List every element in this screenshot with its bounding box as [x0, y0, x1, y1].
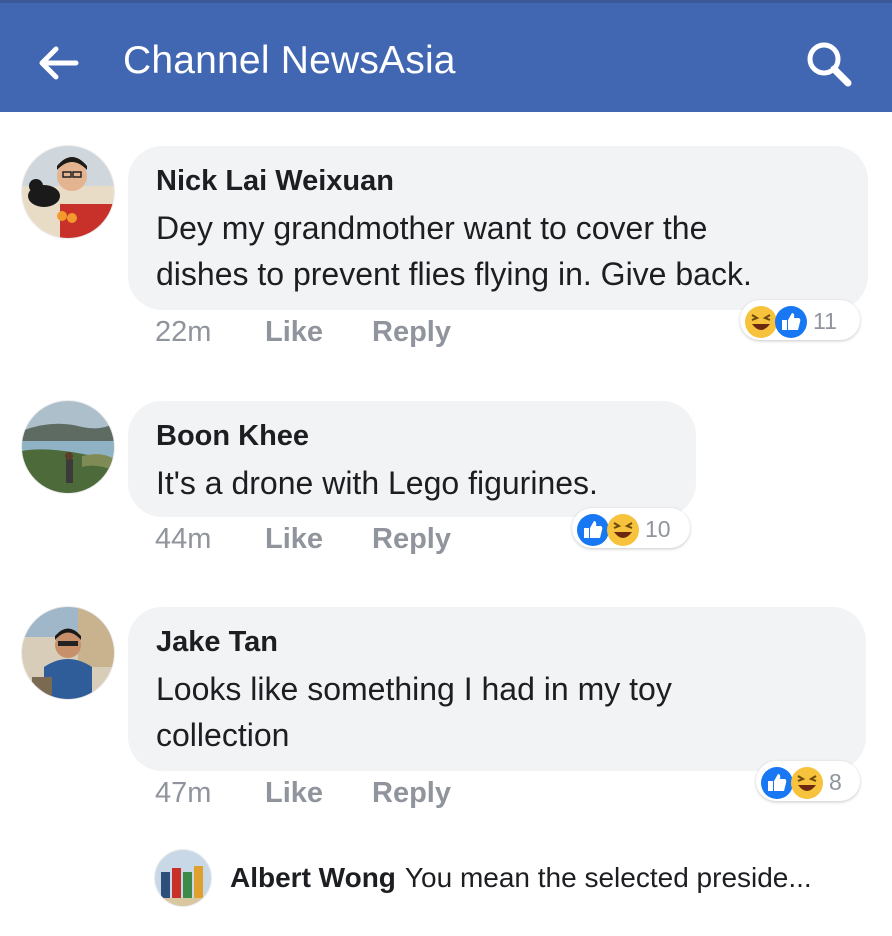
- like-button[interactable]: Like: [265, 777, 372, 810]
- reactions-summary[interactable]: 11: [740, 300, 860, 340]
- comment-bubble: Jake Tan Looks like something I had in m…: [128, 607, 866, 771]
- reply-button[interactable]: Reply: [372, 523, 451, 556]
- reply-button[interactable]: Reply: [372, 316, 451, 349]
- comment-time: 47m: [155, 777, 212, 809]
- reaction-count: 11: [813, 308, 837, 334]
- avatar[interactable]: [22, 607, 114, 699]
- like-icon: [577, 513, 609, 546]
- comment-time: 22m: [155, 316, 212, 348]
- like-icon: [775, 305, 807, 338]
- avatar[interactable]: [155, 850, 211, 906]
- comment-meta: 22m Like Reply: [155, 316, 451, 349]
- comment-time: 44m: [155, 523, 212, 555]
- like-icon: [761, 766, 793, 799]
- avatar[interactable]: [22, 401, 114, 493]
- top-app-bar: Channel NewsAsia: [0, 0, 892, 112]
- like-button[interactable]: Like: [265, 523, 372, 556]
- comment-meta: 47m Like Reply: [155, 777, 451, 810]
- reactions-summary[interactable]: 8: [756, 761, 860, 801]
- reply-preview-text: Albert Wong You mean the selected preside…: [230, 862, 812, 894]
- reply-author[interactable]: Albert Wong: [230, 862, 396, 893]
- back-arrow-icon[interactable]: [36, 43, 80, 83]
- reply-preview[interactable]: Albert Wong You mean the selected preside…: [155, 850, 885, 910]
- search-icon[interactable]: [802, 39, 858, 89]
- comment-author[interactable]: Boon Khee: [156, 419, 668, 453]
- comment-meta: 44m Like Reply: [155, 523, 451, 556]
- haha-icon: [745, 305, 777, 338]
- comment-text: Looks like something I had in my toy: [156, 671, 672, 707]
- comment-text: It's a drone with Lego figurines.: [156, 465, 598, 501]
- haha-icon: [607, 513, 639, 546]
- comment-text: collection: [156, 717, 290, 753]
- like-button[interactable]: Like: [265, 316, 372, 349]
- comment-text: Dey my grandmother want to cover the: [156, 210, 708, 246]
- comment-bubble: Boon Khee It's a drone with Lego figurin…: [128, 401, 696, 517]
- reply-snippet: You mean the selected preside...: [404, 862, 812, 893]
- reply-button[interactable]: Reply: [372, 777, 451, 810]
- comment-bubble: Nick Lai Weixuan Dey my grandmother want…: [128, 146, 868, 310]
- reaction-count: 8: [829, 769, 842, 795]
- reactions-summary[interactable]: 10: [572, 508, 690, 548]
- comment-text: dishes to prevent flies flying in. Give …: [156, 256, 752, 292]
- avatar[interactable]: [22, 146, 114, 238]
- page-title: Channel NewsAsia: [123, 39, 456, 82]
- comment-author[interactable]: Nick Lai Weixuan: [156, 164, 840, 198]
- comment-author[interactable]: Jake Tan: [156, 625, 838, 659]
- reaction-count: 10: [645, 516, 671, 542]
- haha-icon: [791, 766, 823, 799]
